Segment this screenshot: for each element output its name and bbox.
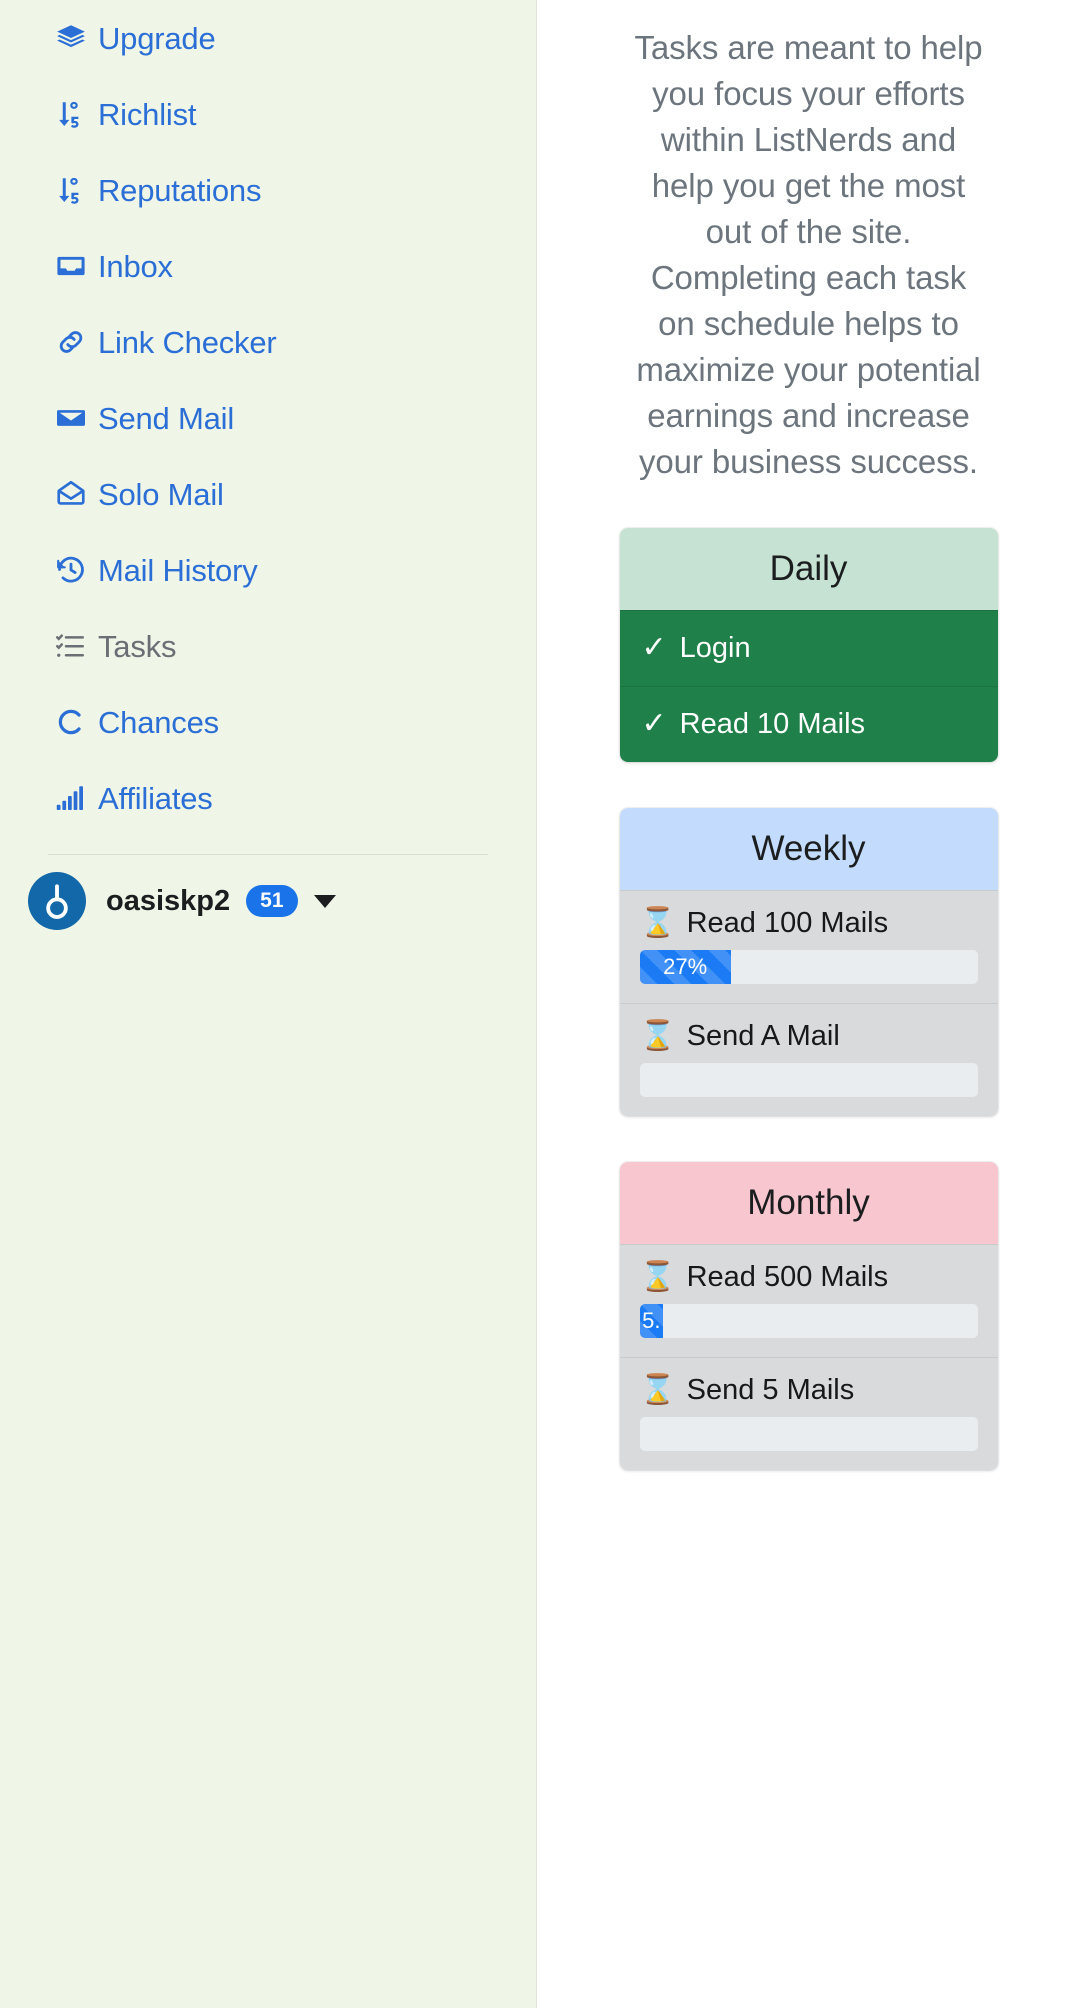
sidebar-item-link-checker[interactable]: Link Checker <box>0 304 536 380</box>
task-row[interactable]: ⌛ Read 100 Mails 27% <box>619 890 998 1003</box>
hourglass-icon: ⌛ <box>639 1261 676 1293</box>
inbox-icon <box>55 249 89 283</box>
progress-bar-track <box>639 1063 978 1097</box>
sidebar-item-inbox[interactable]: Inbox <box>0 228 536 304</box>
task-name: Read 10 Mails <box>679 707 866 740</box>
username-label: oasiskp2 <box>106 884 231 917</box>
sidebar-item-richlist[interactable]: Richlist <box>0 76 536 152</box>
caret-down-icon[interactable] <box>313 894 336 908</box>
task-cards-container: Daily ✓ Login ✓ Read 10 Mails Weekly ⌛ Read 100… <box>619 485 998 1470</box>
sidebar-item-mail-history[interactable]: Mail History <box>0 532 536 608</box>
task-card-title: Monthly <box>619 1162 998 1244</box>
sidebar-item-label: Solo Mail <box>98 476 224 512</box>
task-label-wrap: ⌛ Read 100 Mails <box>640 909 978 938</box>
task-label-wrap: ⌛ Send 5 Mails <box>640 1376 978 1405</box>
user-menu[interactable]: oasiskp2 51 <box>0 855 536 947</box>
sort-numeric-icon <box>55 97 89 131</box>
sidebar-item-label: Mail History <box>98 552 258 588</box>
app-root: Upgrade Richlist Reputations Inbox Link … <box>0 0 1080 2008</box>
sort-numeric-icon <box>55 173 89 207</box>
sidebar-item-solo-mail[interactable]: Solo Mail <box>0 456 536 532</box>
hourglass-icon: ⌛ <box>639 1020 676 1052</box>
sidebar-item-send-mail[interactable]: Send Mail <box>0 380 536 456</box>
avatar <box>28 872 86 930</box>
main-content: Tasks are meant to help you focus your e… <box>537 0 1080 2008</box>
progress-bar-track <box>639 1417 978 1451</box>
sidebar-item-upgrade[interactable]: Upgrade <box>0 0 536 76</box>
task-name: Send 5 Mails <box>686 1374 855 1406</box>
sidebar-item-label: Tasks <box>98 628 177 664</box>
bar-chart-icon <box>55 781 89 815</box>
task-name: Login <box>679 631 751 664</box>
circle-c-icon <box>55 705 89 739</box>
progress-bar-label: 27% <box>663 954 708 979</box>
task-card-title: Daily <box>619 528 998 610</box>
tasks-intro-text: Tasks are meant to help you focus your e… <box>634 29 983 480</box>
envelope-open-icon <box>55 477 89 511</box>
progress-bar-track: 5. <box>639 1304 978 1338</box>
task-name: Read 500 Mails <box>686 1261 889 1293</box>
task-list-icon <box>55 629 89 663</box>
task-name: Send A Mail <box>686 1020 840 1052</box>
task-name: Read 100 Mails <box>686 907 889 939</box>
task-row[interactable]: ⌛ Send 5 Mails <box>619 1357 998 1470</box>
task-label-wrap: ⌛ Send A Mail <box>640 1022 978 1051</box>
hourglass-icon: ⌛ <box>639 907 676 939</box>
link-icon <box>55 325 89 359</box>
progress-bar-fill: 27% <box>639 950 731 984</box>
sidebar-item-chances[interactable]: Chances <box>0 684 536 760</box>
sidebar-item-label: Richlist <box>98 96 197 132</box>
progress-bar-fill: 5. <box>639 1304 664 1338</box>
task-row[interactable]: ⌛ Read 500 Mails 5. <box>619 1244 998 1357</box>
sidebar-item-label: Send Mail <box>98 400 235 436</box>
task-label-wrap: ✓ Read 10 Mails <box>642 709 978 739</box>
envelope-icon <box>55 401 89 435</box>
sidebar-item-label: Inbox <box>98 248 173 284</box>
check-icon: ✓ <box>641 707 667 740</box>
sidebar: Upgrade Richlist Reputations Inbox Link … <box>0 0 537 2008</box>
history-icon <box>55 553 89 587</box>
sidebar-item-tasks[interactable]: Tasks <box>0 608 536 684</box>
task-card-weekly: Weekly ⌛ Read 100 Mails 27% ⌛ Send A Mail <box>619 808 998 1116</box>
sidebar-item-label: Reputations <box>98 172 262 208</box>
task-label-wrap: ✓ Login <box>642 633 978 663</box>
task-card-title: Weekly <box>619 808 998 890</box>
task-row[interactable]: ✓ Login <box>619 610 998 686</box>
progress-bar-track: 27% <box>639 950 978 984</box>
task-card-monthly: Monthly ⌛ Read 500 Mails 5. ⌛ Send 5 Mails <box>619 1162 998 1470</box>
progress-bar-label: 5. <box>642 1308 661 1333</box>
sidebar-nav-list: Upgrade Richlist Reputations Inbox Link … <box>0 0 536 836</box>
task-row[interactable]: ⌛ Send A Mail <box>619 1003 998 1116</box>
sidebar-item-label: Chances <box>98 704 219 740</box>
task-card-daily: Daily ✓ Login ✓ Read 10 Mails <box>619 528 998 762</box>
sidebar-item-label: Affiliates <box>98 780 213 816</box>
layers-icon <box>55 21 89 55</box>
check-icon: ✓ <box>641 631 667 664</box>
task-label-wrap: ⌛ Read 500 Mails <box>640 1263 978 1292</box>
sidebar-item-affiliates[interactable]: Affiliates <box>0 760 536 836</box>
sidebar-item-label: Link Checker <box>98 324 277 360</box>
user-badge-count: 51 <box>246 885 298 917</box>
sidebar-item-reputations[interactable]: Reputations <box>0 152 536 228</box>
hourglass-icon: ⌛ <box>639 1374 676 1406</box>
task-row[interactable]: ✓ Read 10 Mails <box>619 686 998 762</box>
sidebar-item-label: Upgrade <box>98 20 216 56</box>
